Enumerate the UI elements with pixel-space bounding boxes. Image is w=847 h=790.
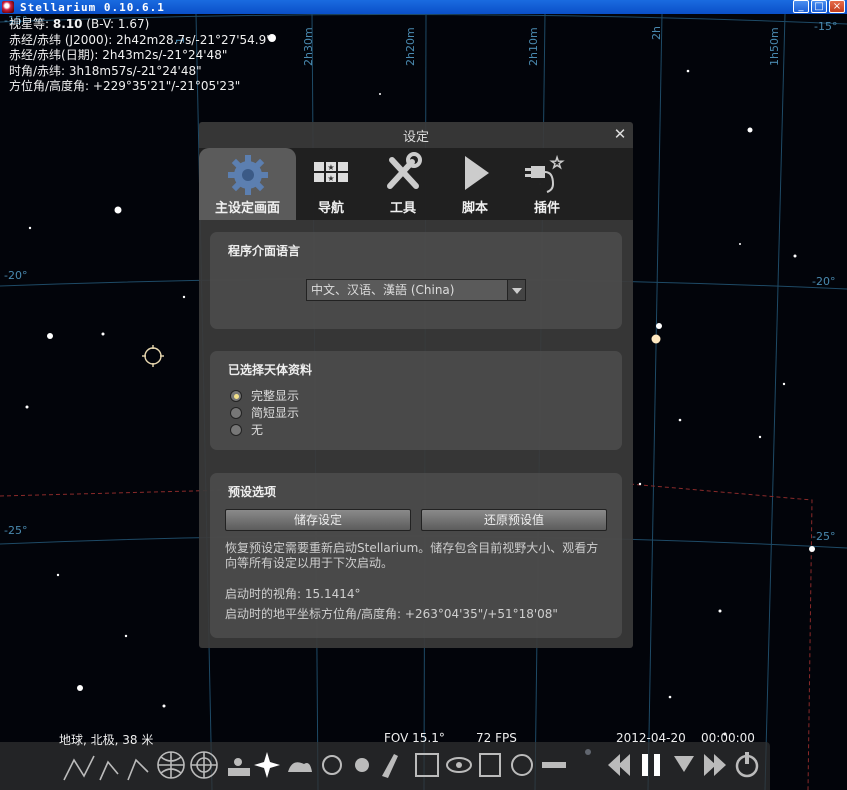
- language-select[interactable]: 中文、汉语、漢語 (China): [306, 279, 526, 301]
- tab-label: 工具: [389, 201, 416, 216]
- startup-direction: 启动时的地平坐标方位角/高度角: +263°04'35"/+51°18'08": [225, 607, 558, 621]
- radio-none[interactable]: 无: [230, 421, 263, 438]
- tab-main[interactable]: 主设定画面: [199, 148, 296, 220]
- object-info-panel: 已选择天体资料 完整显示 简短显示 无: [210, 351, 622, 450]
- restore-defaults-button[interactable]: 还原预设值: [421, 509, 607, 531]
- ra-label: 2h20m: [404, 27, 417, 66]
- center-icon: [479, 753, 501, 777]
- toolbar-icons: [63, 751, 759, 781]
- ra-label: 2h: [650, 26, 663, 40]
- constellation-names-icon: [99, 760, 119, 781]
- fullscreen-icon: [415, 753, 439, 777]
- radio-dot[interactable]: [230, 389, 242, 402]
- ra-label: 2h30m: [302, 27, 315, 66]
- svg-text:☆: ☆: [550, 153, 564, 172]
- svg-text:★: ★: [327, 163, 334, 172]
- stellarium-app-icon: [2, 1, 14, 13]
- maximize-button[interactable]: □: [811, 0, 827, 13]
- plugin-icon: ☆: [525, 153, 565, 193]
- constellation-lines-icon: [63, 755, 95, 781]
- settings-tab-bar: 主设定画面 ★ ★ 导航 工具 脚本 ☆ 插件: [199, 148, 633, 220]
- settings-dialog[interactable]: 设定 ✕ 主设定画面 ★ ★ 导航 工具 脚本 ☆ 插件 程序介面语言 中文、汉…: [199, 122, 633, 648]
- object-info: 视星等: 8.10 (B-V: 1.67) 赤经/赤纬 (J2000): 2h4…: [9, 17, 272, 93]
- equatorial-grid-icon: [157, 751, 185, 779]
- dec-label: -20°: [812, 275, 836, 288]
- radio-dot[interactable]: [230, 423, 242, 436]
- tab-label: 插件: [533, 201, 560, 216]
- language-panel: 程序介面语言 中文、汉语、漢語 (China): [210, 232, 622, 329]
- dec-label: -25°: [812, 530, 836, 543]
- dec-label: -20°: [4, 269, 28, 282]
- tab-navigation[interactable]: ★ ★ 导航: [299, 148, 363, 220]
- defaults-panel: 预设选项 储存设定 还原预设值 恢复预设定需要重新启动Stellarium。储存…: [210, 473, 622, 638]
- defaults-heading: 预设选项: [228, 485, 277, 499]
- constellation-art-icon: [127, 758, 149, 781]
- time-status: 00:00:00: [701, 731, 755, 745]
- startup-fov: 启动时的视角: 15.1414°: [225, 587, 361, 601]
- dec-label: -15°: [814, 20, 838, 33]
- real-time-icon: [674, 756, 694, 772]
- dec-label: -25°: [4, 524, 28, 537]
- save-settings-button[interactable]: 储存设定: [225, 509, 411, 531]
- forward-icon: [704, 754, 726, 776]
- minimize-button[interactable]: _: [793, 0, 809, 13]
- satellite-icon: [542, 762, 566, 768]
- radio-full[interactable]: 完整显示: [230, 387, 299, 404]
- tab-tools[interactable]: 工具: [371, 148, 435, 220]
- planet-icon: [355, 758, 369, 772]
- dialog-title: 设定: [402, 130, 429, 145]
- tab-plugins[interactable]: ☆ 插件: [515, 148, 579, 220]
- nebula-icon: [322, 755, 342, 775]
- language-heading: 程序介面语言: [228, 244, 301, 258]
- dialog-close-button[interactable]: ✕: [612, 126, 628, 142]
- ra-label: 1h50m: [768, 27, 781, 66]
- telescope-icon: [382, 754, 398, 778]
- tab-label: 脚本: [461, 201, 488, 216]
- rewind-icon: [608, 754, 630, 776]
- tab-label: 主设定画面: [214, 201, 280, 216]
- tools-icon: [387, 152, 422, 189]
- radio-short[interactable]: 简短显示: [230, 404, 299, 421]
- radio-dot[interactable]: [230, 406, 242, 419]
- window-title: Stellarium 0.10.6.1: [20, 0, 165, 14]
- ground-icon: [228, 758, 250, 776]
- night-mode-icon: [511, 754, 533, 776]
- fov-status: FOV 15.1°: [384, 731, 445, 745]
- azimuth-grid-icon: [190, 751, 218, 779]
- window-title-bar[interactable]: Stellarium 0.10.6.1 _ □ ×: [0, 0, 847, 14]
- gear-icon: [227, 155, 268, 195]
- cardinal-points-icon: [254, 752, 280, 778]
- svg-text:★: ★: [327, 174, 334, 183]
- atmosphere-icon: [288, 762, 312, 772]
- fps-status: 72 FPS: [476, 731, 517, 745]
- tab-scripts[interactable]: 脚本: [443, 148, 507, 220]
- language-selected-value: 中文、汉语、漢語 (China): [311, 283, 455, 297]
- defaults-note: 恢复预设定需要重新启动Stellarium。储存包含目前视野大小、观看方向等所有…: [225, 541, 599, 570]
- magnitude-value: 8.10: [52, 17, 83, 31]
- chevron-down-icon[interactable]: [507, 280, 525, 300]
- play-icon: [465, 156, 489, 190]
- object-info-heading: 已选择天体资料: [228, 363, 313, 377]
- selection-marker: [142, 345, 164, 367]
- date-status: 2012-04-20: [616, 731, 686, 745]
- quit-icon: [735, 752, 759, 778]
- keyboard-icon: ★ ★: [314, 162, 348, 183]
- pause-icon: [642, 754, 660, 776]
- eye-icon: [446, 757, 472, 773]
- tab-label: 导航: [317, 201, 344, 216]
- ra-label: 2h10m: [527, 27, 540, 66]
- close-window-button[interactable]: ×: [829, 0, 845, 13]
